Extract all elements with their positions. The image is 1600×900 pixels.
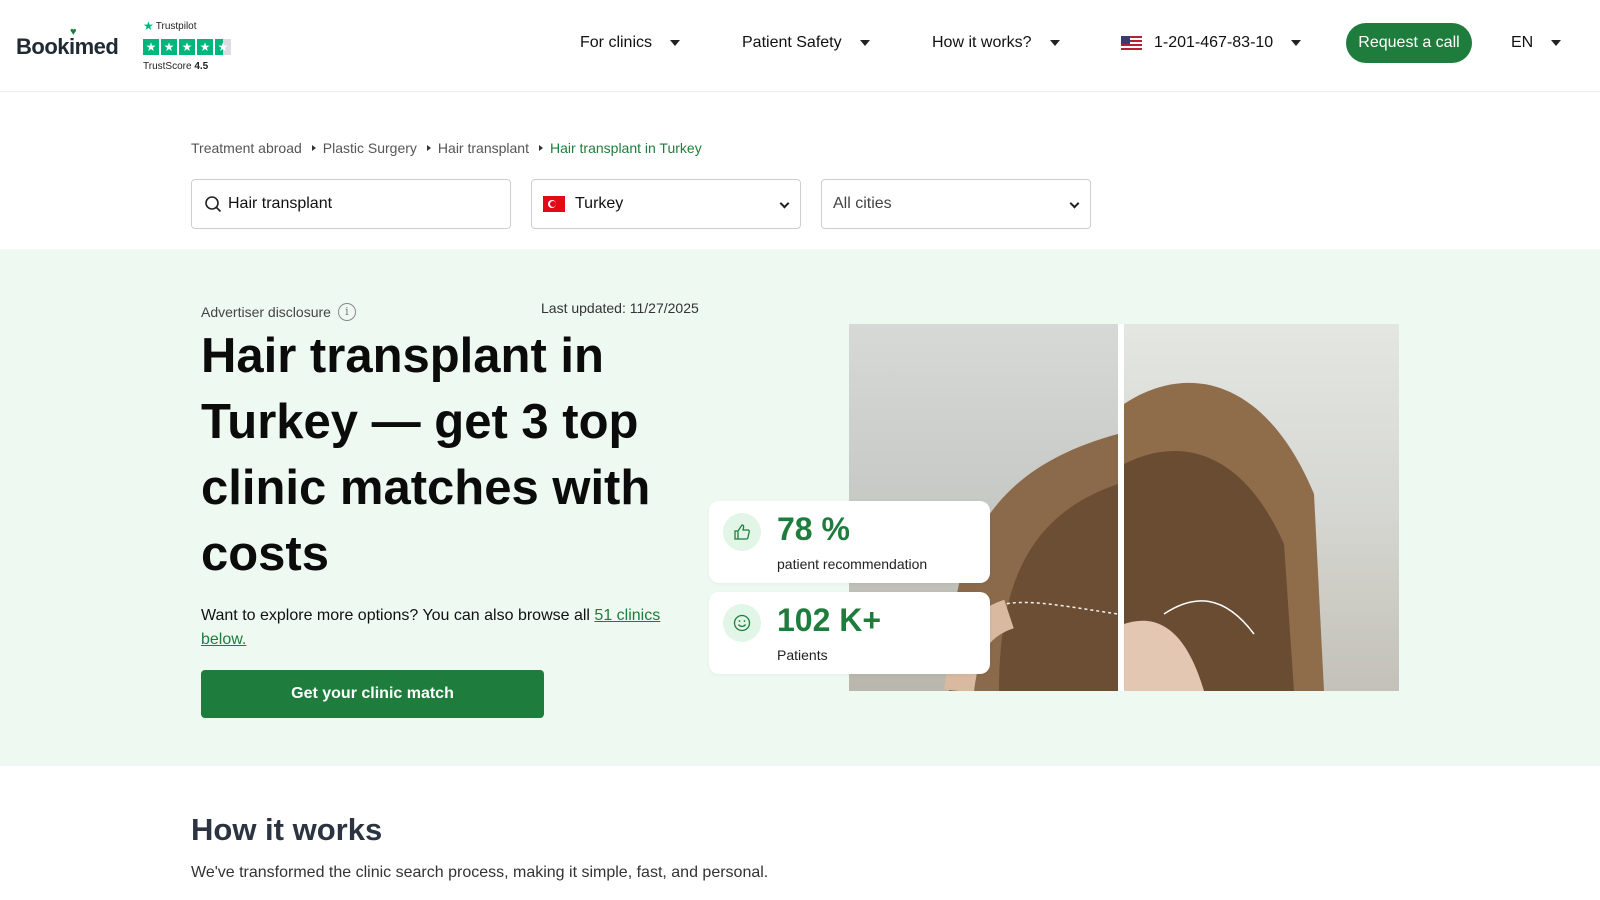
caret-down-icon: [1049, 40, 1060, 46]
caret-down-icon: [859, 40, 870, 46]
phone-number: 1-201-467-83-10: [1154, 34, 1274, 51]
nav-for-clinics[interactable]: For clinics: [580, 34, 681, 52]
breadcrumb: Treatment abroad Plastic Surgery Hair tr…: [191, 140, 702, 156]
stat-label: patient recommendation: [777, 556, 928, 572]
breadcrumb-plastic-surgery[interactable]: Plastic Surgery: [323, 140, 417, 156]
how-it-works-heading: How it works: [191, 812, 383, 847]
after-image: [1124, 324, 1399, 691]
search-icon: [205, 196, 222, 213]
turkey-flag-icon: [543, 196, 565, 212]
hero-section: Advertiser disclosure i Last updated: 11…: [0, 249, 1600, 766]
info-icon[interactable]: i: [337, 303, 356, 321]
hero-subtitle-text: Want to explore more options? You can al…: [201, 607, 595, 624]
get-clinic-match-button[interactable]: Get your clinic match: [201, 670, 544, 718]
chevron-down-icon: [779, 198, 790, 209]
trustpilot-brand-label: Trustpilot: [155, 20, 197, 32]
city-select[interactable]: All cities: [821, 179, 1091, 229]
breadcrumb-hair-transplant[interactable]: Hair transplant: [438, 140, 529, 156]
bookimed-logo[interactable]: Bookimed ♥: [16, 26, 119, 60]
city-value: All cities: [833, 195, 892, 212]
trustpilot-widget[interactable]: ★ Trustpilot ★ ★ ★ ★ ★ TrustScore 4.5: [143, 19, 231, 72]
us-flag-icon: [1121, 35, 1142, 51]
page-title: Hair transplant in Turkey — get 3 top cl…: [201, 329, 651, 581]
breadcrumb-separator-icon: [538, 145, 543, 151]
nav-for-clinics-label: For clinics: [580, 34, 653, 51]
treatment-search-input[interactable]: [228, 195, 488, 213]
star-icon: ★: [197, 39, 213, 55]
language-selector[interactable]: EN: [1511, 34, 1562, 52]
after-hair-illustration: [1124, 382, 1324, 691]
caret-down-icon: [1291, 40, 1302, 46]
breadcrumb-treatment-abroad[interactable]: Treatment abroad: [191, 140, 302, 156]
nav-patient-safety-label: Patient Safety: [742, 34, 842, 51]
thumbs-up-icon: [723, 513, 761, 551]
hero-subtitle: Want to explore more options? You can al…: [201, 604, 681, 652]
stat-card-recommendation: 78 % patient recommendation: [709, 501, 990, 583]
caret-down-icon: [670, 40, 681, 46]
treatment-search-field[interactable]: [191, 179, 511, 229]
language-label: EN: [1511, 34, 1534, 51]
nav-patient-safety[interactable]: Patient Safety: [742, 34, 870, 52]
advertiser-disclosure-label: Advertiser disclosure: [201, 304, 331, 320]
advertiser-disclosure[interactable]: Advertiser disclosure i: [201, 303, 356, 321]
trustscore: TrustScore 4.5: [143, 61, 231, 72]
logo-text: Bookimed: [16, 34, 119, 59]
breadcrumb-separator-icon: [311, 145, 316, 151]
country-select[interactable]: Turkey: [531, 179, 801, 229]
site-header: Bookimed ♥ ★ Trustpilot ★ ★ ★ ★ ★ TrustS…: [0, 0, 1600, 92]
stat-value: 102 K+: [777, 602, 882, 638]
chevron-down-icon: [1069, 198, 1080, 209]
country-value: Turkey: [575, 195, 624, 212]
nav-how-it-works[interactable]: How it works?: [932, 34, 1060, 52]
trustscore-label: TrustScore: [143, 61, 192, 72]
stat-card-patients: 102 K+ Patients: [709, 592, 990, 674]
trustpilot-rating-stars: ★ ★ ★ ★ ★: [143, 39, 231, 55]
trustpilot-brand: ★ Trustpilot: [143, 19, 231, 33]
request-call-button[interactable]: Request a call: [1346, 23, 1472, 63]
stat-value: 78 %: [777, 511, 850, 547]
caret-down-icon: [1551, 40, 1562, 46]
last-updated: Last updated: 11/27/2025: [541, 300, 699, 316]
heart-icon: ♥: [70, 26, 77, 38]
star-icon: ★: [179, 39, 195, 55]
breadcrumb-current: Hair transplant in Turkey: [549, 140, 702, 156]
phone-selector[interactable]: 1-201-467-83-10: [1121, 34, 1302, 52]
nav-how-it-works-label: How it works?: [932, 34, 1032, 51]
how-it-works-subtitle: We've transformed the clinic search proc…: [191, 864, 769, 881]
stat-label: Patients: [777, 647, 828, 663]
star-icon: ★: [143, 39, 159, 55]
trustpilot-star-icon: ★: [143, 19, 154, 33]
breadcrumb-separator-icon: [426, 145, 431, 151]
smile-icon: [723, 604, 761, 642]
star-icon: ★: [161, 39, 177, 55]
trustscore-value: 4.5: [194, 61, 209, 72]
half-star-icon: ★: [215, 39, 231, 55]
